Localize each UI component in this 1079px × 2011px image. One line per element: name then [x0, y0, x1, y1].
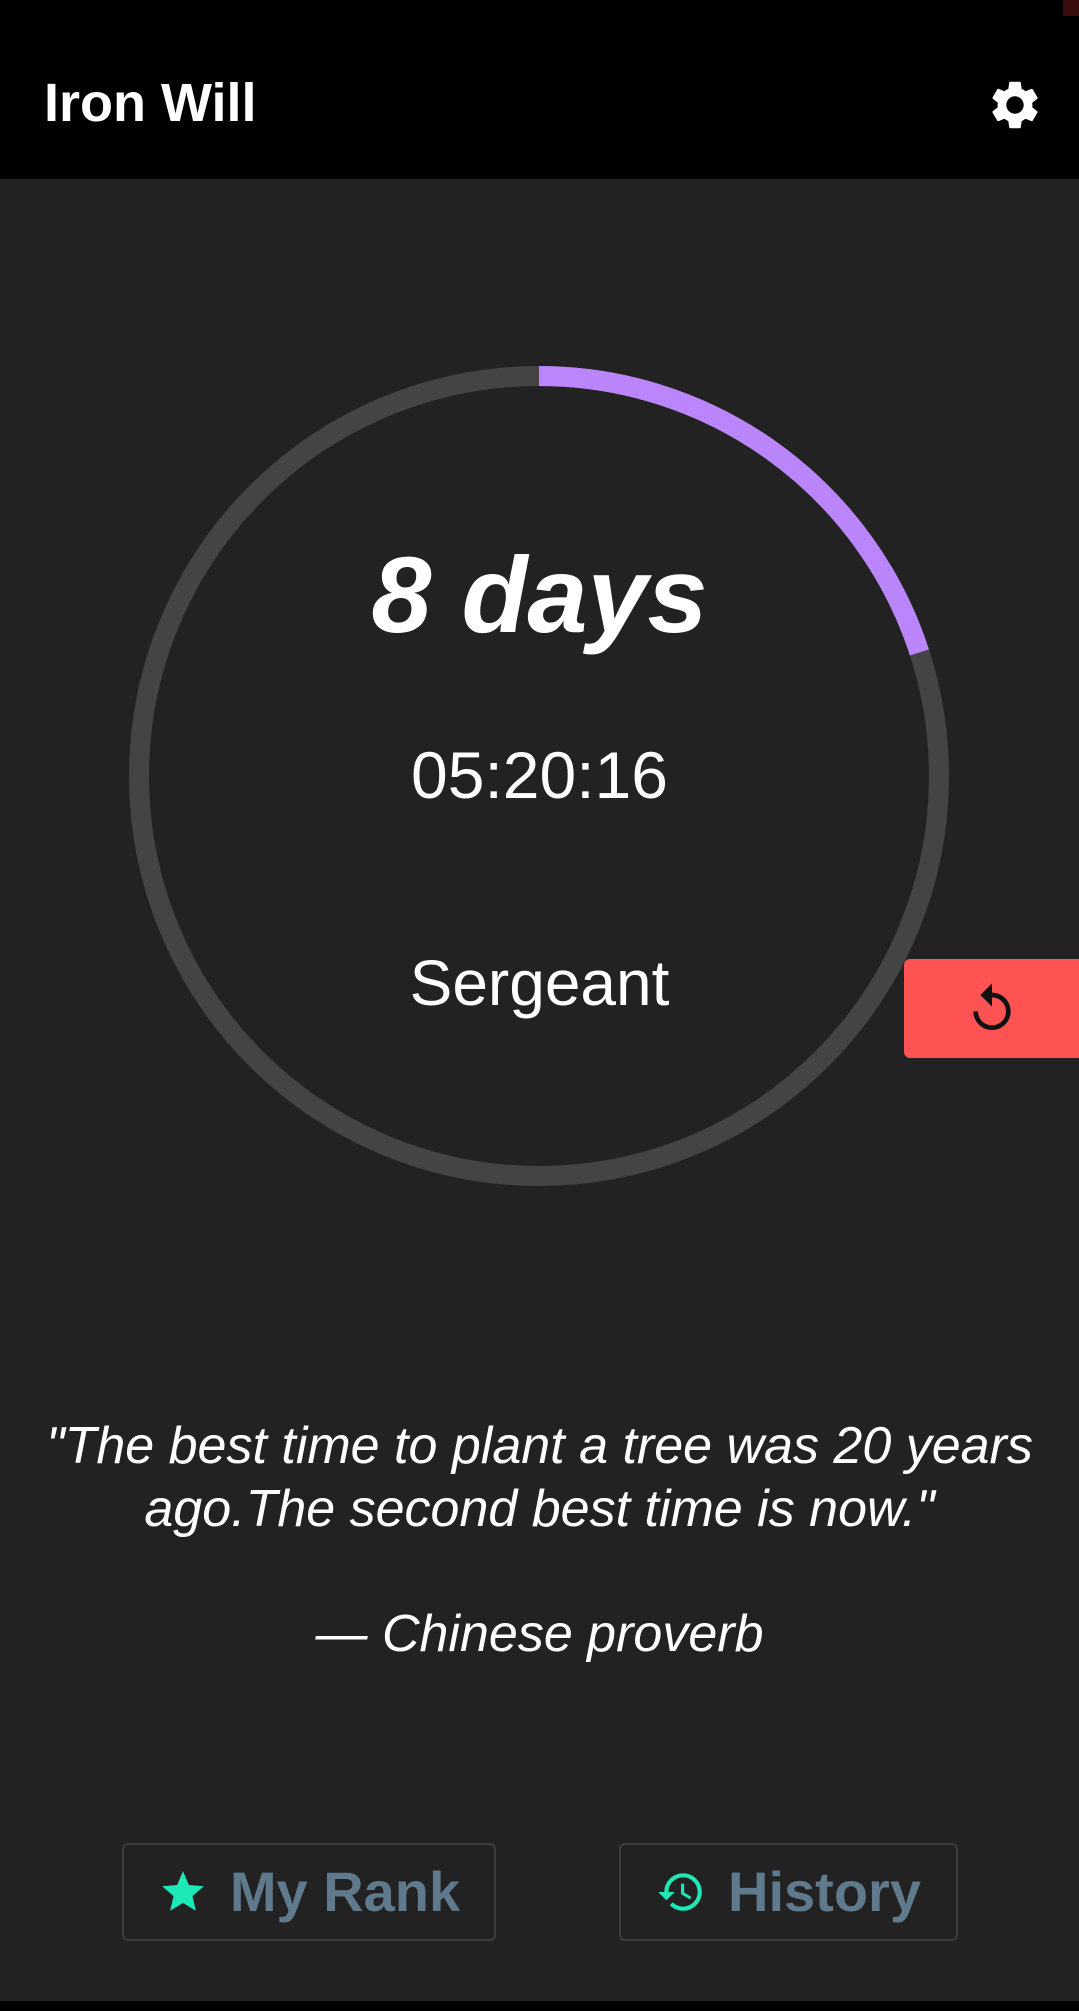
my-rank-label: My Rank	[229, 1860, 461, 1923]
reset-button[interactable]	[904, 959, 1079, 1058]
days-counter: 8 days	[371, 534, 708, 655]
history-button[interactable]: History	[619, 1843, 958, 1941]
history-label: History	[728, 1860, 921, 1923]
bottom-strip	[0, 2001, 1079, 2011]
quote-author: — Chinese proverb	[315, 1605, 764, 1663]
history-icon	[656, 1867, 706, 1917]
my-rank-button[interactable]: My Rank	[122, 1843, 496, 1941]
star-icon	[158, 1867, 208, 1917]
quote-text: "The best time to plant a tree was 20 ye…	[46, 1417, 1033, 1538]
reset-icon	[972, 982, 1011, 1030]
elapsed-timer: 05:20:16	[411, 738, 668, 812]
